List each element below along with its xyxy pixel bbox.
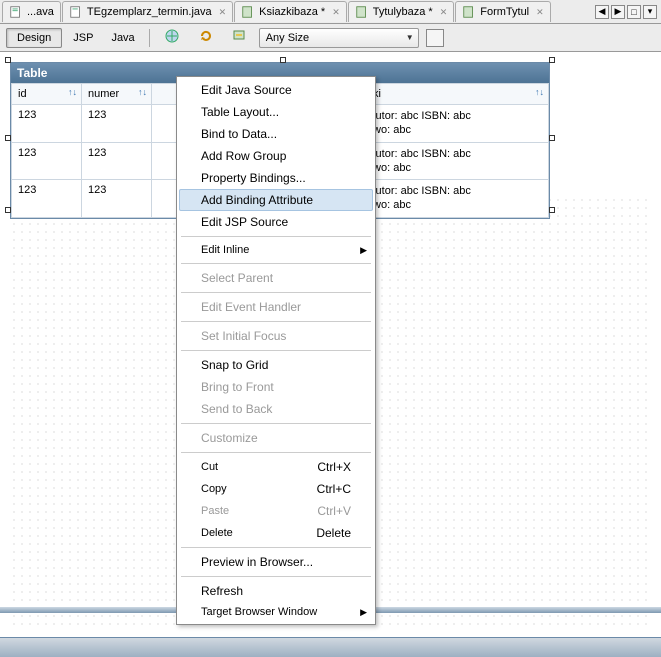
menu-preview-in-browser[interactable]: Preview in Browser...	[179, 551, 373, 573]
submenu-arrow-icon: ▶	[360, 607, 367, 618]
java-view-button[interactable]: Java	[104, 28, 141, 48]
menu-customize: Customize	[179, 427, 373, 449]
page-icon	[241, 5, 255, 19]
column-header[interactable]: numer ↑↓	[82, 84, 152, 105]
menu-separator	[181, 452, 371, 453]
menu-label: Edit Inline	[201, 244, 249, 256]
refresh-button[interactable]	[191, 24, 221, 51]
maximize-button[interactable]: □	[627, 5, 641, 19]
menu-bind-to-data[interactable]: Bind to Data...	[179, 123, 373, 145]
menu-separator	[181, 547, 371, 548]
menu-bring-to-front: Bring to Front	[179, 376, 373, 398]
size-label: Any Size	[266, 32, 309, 44]
menu-separator	[181, 350, 371, 351]
menu-label: Delete	[201, 527, 233, 539]
tab-label: TEgzemplarz_termin.java	[87, 6, 212, 18]
menu-add-row-group[interactable]: Add Row Group	[179, 145, 373, 167]
menu-separator	[181, 423, 371, 424]
menu-refresh[interactable]: Refresh	[179, 580, 373, 602]
shortcut-label: Ctrl+X	[317, 460, 351, 474]
editor-tab[interactable]: FormTytul ✕	[455, 1, 550, 22]
editor-tab[interactable]: TEgzemplarz_termin.java ✕	[62, 1, 233, 22]
shortcut-label: Ctrl+C	[317, 482, 351, 496]
page-icon	[462, 5, 476, 19]
menu-edit-inline[interactable]: Edit Inline ▶	[179, 240, 373, 260]
shortcut-label: Delete	[316, 526, 351, 540]
close-icon[interactable]: ✕	[332, 7, 340, 18]
menu-table-layout[interactable]: Table Layout...	[179, 101, 373, 123]
menu-paste: Paste Ctrl+V	[179, 500, 373, 522]
menu-label: Cut	[201, 461, 218, 473]
table-cell: 123	[12, 105, 82, 143]
submenu-arrow-icon: ▶	[360, 245, 367, 256]
close-icon[interactable]: ✕	[219, 7, 227, 18]
header-label: id	[18, 88, 27, 100]
menu-edit-jsp-source[interactable]: Edit JSP Source	[179, 211, 373, 233]
menu-button[interactable]: ▾	[643, 5, 657, 19]
editor-tab[interactable]: Tytulybaza * ✕	[348, 1, 454, 22]
editor-tab[interactable]: ...ava	[2, 1, 61, 22]
menu-cut[interactable]: Cut Ctrl+X	[179, 456, 373, 478]
sort-icon[interactable]: ↑↓	[535, 87, 544, 97]
menu-delete[interactable]: Delete Delete	[179, 522, 373, 544]
menu-snap-to-grid[interactable]: Snap to Grid	[179, 354, 373, 376]
menu-label: Copy	[201, 483, 227, 495]
sort-icon[interactable]: ↑↓	[68, 87, 77, 97]
context-menu: Edit Java Source Table Layout... Bind to…	[176, 76, 376, 625]
design-toolbar: Design JSP Java Any Size ▼	[0, 24, 661, 52]
status-bar	[0, 637, 661, 657]
table-cell: 123	[82, 142, 152, 180]
column-header[interactable]: id ↑↓	[12, 84, 82, 105]
menu-label: Paste	[201, 505, 229, 517]
menu-separator	[181, 236, 371, 237]
menu-copy[interactable]: Copy Ctrl+C	[179, 478, 373, 500]
close-icon[interactable]: ✕	[536, 7, 544, 18]
tab-label: ...ava	[27, 6, 54, 18]
menu-select-parent: Select Parent	[179, 267, 373, 289]
menu-property-bindings[interactable]: Property Bindings...	[179, 167, 373, 189]
preview-button[interactable]	[157, 24, 187, 51]
separator	[149, 29, 150, 47]
tab-label: Ksiazkibaza *	[259, 6, 325, 18]
virtual-forms-button[interactable]	[225, 24, 255, 51]
scroll-right-button[interactable]: ▶	[611, 5, 625, 19]
chevron-down-icon: ▼	[406, 33, 414, 42]
design-view-button[interactable]: Design	[6, 28, 62, 48]
page-icon	[355, 5, 369, 19]
browser-preview-icon	[164, 35, 180, 47]
file-icon	[9, 5, 23, 19]
menu-label: Target Browser Window	[201, 606, 317, 618]
toolbar-extra-button[interactable]	[426, 29, 444, 47]
sort-icon[interactable]: ↑↓	[138, 87, 147, 97]
menu-send-to-back: Send to Back	[179, 398, 373, 420]
table-cell: 123	[82, 180, 152, 218]
jsp-view-button[interactable]: JSP	[66, 28, 100, 48]
editor-tab-bar: ...ava TEgzemplarz_termin.java ✕ Ksiazki…	[0, 0, 661, 24]
header-label: numer	[88, 88, 119, 100]
tab-nav-controls: ◀ ▶ □ ▾	[595, 5, 661, 19]
tab-label: Tytulybaza *	[373, 6, 433, 18]
refresh-icon	[198, 35, 214, 47]
menu-edit-event-handler: Edit Event Handler	[179, 296, 373, 318]
menu-separator	[181, 321, 371, 322]
table-cell: 123	[12, 142, 82, 180]
close-icon[interactable]: ✕	[440, 7, 448, 18]
shortcut-label: Ctrl+V	[317, 504, 351, 518]
menu-separator	[181, 576, 371, 577]
tab-label: FormTytul	[480, 6, 529, 18]
forms-icon	[232, 35, 248, 47]
file-icon	[69, 5, 83, 19]
target-size-combo[interactable]: Any Size ▼	[259, 28, 419, 48]
menu-add-binding-attribute[interactable]: Add Binding Attribute	[179, 189, 373, 211]
table-cell: 123	[12, 180, 82, 218]
menu-edit-java-source[interactable]: Edit Java Source	[179, 79, 373, 101]
table-cell: 123	[82, 105, 152, 143]
scroll-left-button[interactable]: ◀	[595, 5, 609, 19]
menu-separator	[181, 263, 371, 264]
editor-tab[interactable]: Ksiazkibaza * ✕	[234, 1, 347, 22]
menu-separator	[181, 292, 371, 293]
menu-target-browser-window[interactable]: Target Browser Window ▶	[179, 602, 373, 622]
menu-set-initial-focus: Set Initial Focus	[179, 325, 373, 347]
